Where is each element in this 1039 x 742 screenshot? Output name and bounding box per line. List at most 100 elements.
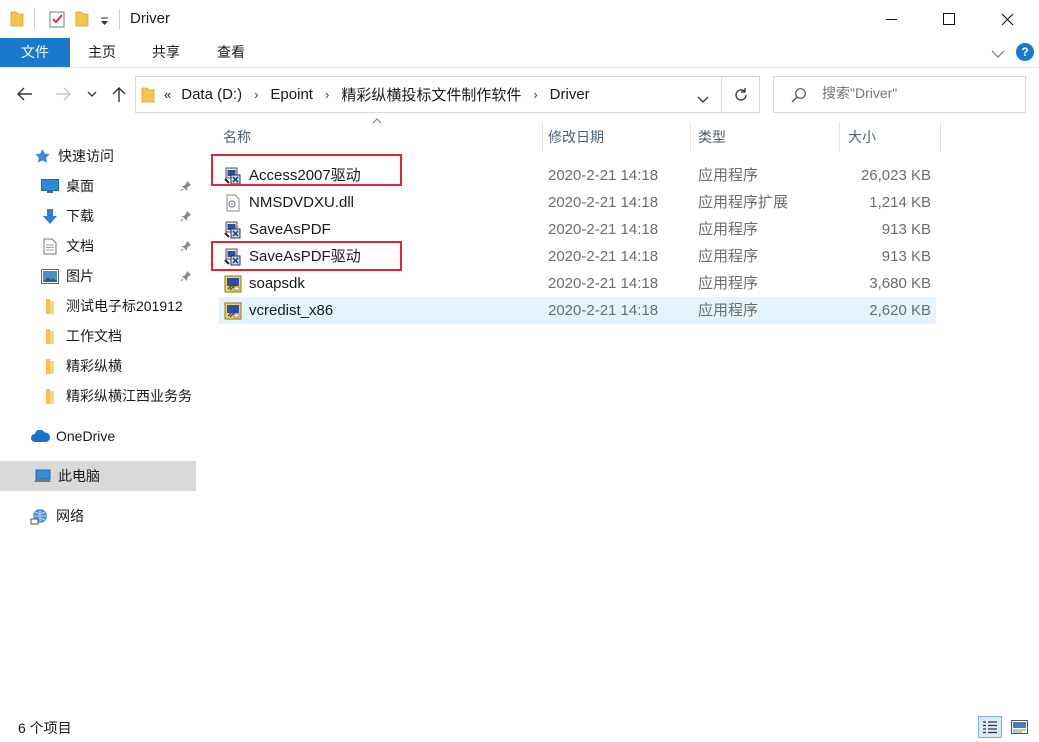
customize-toolbar-icon[interactable]	[100, 14, 109, 30]
nav-item-network[interactable]: 网络	[0, 501, 196, 531]
refresh-button[interactable]	[722, 76, 760, 113]
setup-icon	[224, 275, 242, 293]
file-name: NMSDVDXU.dll	[249, 194, 355, 211]
breadcrumb-overflow[interactable]: «	[164, 87, 171, 102]
pin-icon[interactable]	[180, 209, 192, 225]
pin-icon[interactable]	[180, 239, 192, 255]
file-name: soapsdk	[249, 275, 305, 292]
computer-icon	[32, 467, 52, 485]
file-date: 2020-2-21 14:18	[548, 194, 659, 211]
folder-icon	[40, 387, 60, 405]
search-input[interactable]	[822, 85, 1012, 101]
nav-item-work-docs[interactable]: 工作文档	[0, 321, 196, 351]
large-icons-view-button[interactable]	[1007, 716, 1031, 738]
nav-item-documents[interactable]: 文档	[0, 231, 196, 261]
file-date: 2020-2-21 14:18	[548, 167, 659, 184]
breadcrumb-data-drive[interactable]: Data (D:)	[181, 86, 242, 103]
breadcrumb-separator[interactable]: ›	[325, 87, 329, 102]
tab-view[interactable]: 查看	[200, 38, 262, 67]
column-header-name[interactable]: 名称	[219, 122, 542, 152]
nav-item-pictures[interactable]: 图片	[0, 261, 196, 291]
breadcrumb-separator[interactable]: ›	[533, 87, 537, 102]
file-size: 913 KB	[881, 221, 931, 238]
pin-icon[interactable]	[180, 269, 192, 285]
back-button[interactable]	[13, 82, 37, 106]
tab-home[interactable]: 主页	[71, 38, 133, 67]
file-row[interactable]: SaveAsPDF 2020-2-21 14:18 应用程序 913 KB	[219, 216, 936, 243]
file-size: 913 KB	[881, 248, 931, 265]
nav-item-test-folder[interactable]: 测试电子标201912	[0, 291, 196, 321]
help-icon[interactable]: ?	[1016, 43, 1034, 61]
details-view-button[interactable]	[978, 716, 1002, 738]
properties-icon[interactable]	[49, 10, 66, 31]
file-size: 1,214 KB	[869, 194, 931, 211]
file-row[interactable]: SaveAsPDF驱动 2020-2-21 14:18 应用程序 913 KB	[219, 243, 936, 270]
details-view-icon	[983, 721, 997, 734]
nav-item-jingcai[interactable]: 精彩纵横	[0, 351, 196, 381]
column-divider[interactable]	[839, 122, 840, 152]
forward-button[interactable]	[51, 82, 75, 106]
network-icon	[30, 507, 50, 525]
file-name: SaveAsPDF	[249, 221, 331, 238]
file-row[interactable]: Access2007驱动 2020-2-21 14:18 应用程序 26,023…	[219, 162, 936, 189]
new-folder-icon[interactable]	[75, 10, 89, 30]
tab-share[interactable]: 共享	[135, 38, 197, 67]
breadcrumb-driver[interactable]: Driver	[550, 86, 590, 103]
search-box[interactable]	[773, 76, 1026, 113]
file-row[interactable]: soapsdk 2020-2-21 14:18 应用程序 3,680 KB	[219, 270, 936, 297]
file-row[interactable]: vcredist_x86 2020-2-21 14:18 应用程序 2,620 …	[219, 297, 936, 324]
breadcrumb-software-folder[interactable]: 精彩纵横投标文件制作软件	[341, 84, 521, 105]
close-button[interactable]	[984, 0, 1030, 38]
folder-icon	[40, 327, 60, 345]
column-header-type[interactable]: 类型	[694, 122, 839, 152]
divider	[119, 9, 120, 29]
divider	[34, 9, 35, 29]
folder-icon	[141, 86, 155, 106]
breadcrumb: « Data (D:) › Epoint › 精彩纵横投标文件制作软件 › Dr…	[164, 77, 590, 112]
up-button[interactable]	[107, 82, 131, 106]
folder-icon	[40, 357, 60, 375]
search-icon	[791, 87, 807, 106]
column-header-date[interactable]: 修改日期	[544, 122, 690, 152]
installer-icon	[224, 221, 242, 239]
maximize-button[interactable]	[926, 0, 972, 38]
minimize-button[interactable]	[869, 0, 915, 38]
file-size: 3,680 KB	[869, 275, 931, 292]
status-bar: 6 个项目	[0, 712, 1039, 742]
document-icon	[40, 237, 60, 255]
window-title: Driver	[130, 10, 170, 27]
navigation-bar: « Data (D:) › Epoint › 精彩纵横投标文件制作软件 › Dr…	[0, 68, 1039, 122]
recent-locations-button[interactable]	[82, 82, 102, 106]
nav-item-downloads[interactable]: 下载	[0, 201, 196, 231]
folder-icon	[10, 10, 24, 30]
file-date: 2020-2-21 14:18	[548, 302, 659, 319]
tab-file[interactable]: 文件	[0, 38, 70, 67]
breadcrumb-epoint[interactable]: Epoint	[270, 86, 313, 103]
file-type: 应用程序	[698, 167, 759, 184]
file-name: vcredist_x86	[249, 302, 334, 319]
desktop-icon	[40, 177, 60, 195]
breadcrumb-separator[interactable]: ›	[254, 87, 258, 102]
dll-icon	[224, 194, 242, 212]
file-size: 26,023 KB	[860, 167, 931, 184]
pin-icon[interactable]	[180, 179, 192, 195]
column-divider[interactable]	[542, 122, 543, 152]
address-bar[interactable]: « Data (D:) › Epoint › 精彩纵横投标文件制作软件 › Dr…	[135, 76, 722, 113]
file-name: SaveAsPDF驱动	[249, 248, 361, 265]
column-divider[interactable]	[940, 122, 941, 152]
installer-icon	[224, 167, 242, 185]
column-divider[interactable]	[690, 122, 691, 152]
nav-item-desktop[interactable]: 桌面	[0, 171, 196, 201]
file-name: Access2007驱动	[249, 167, 361, 184]
nav-item-this-pc[interactable]: 此电脑	[0, 461, 196, 491]
address-history-chevron-icon[interactable]	[697, 91, 709, 107]
nav-item-quick-access[interactable]: 快速访问	[0, 141, 196, 171]
file-row[interactable]: NMSDVDXU.dll 2020-2-21 14:18 应用程序扩展 1,21…	[219, 189, 936, 216]
file-type: 应用程序	[698, 221, 759, 238]
nav-item-jingcai-jiangxi[interactable]: 精彩纵横江西业务务	[0, 381, 196, 411]
expand-ribbon-icon[interactable]	[991, 46, 1005, 62]
nav-item-onedrive[interactable]: OneDrive	[0, 421, 196, 451]
file-list-header: 名称 修改日期 类型 大小	[219, 118, 941, 152]
column-header-size[interactable]: 大小	[844, 122, 940, 152]
navigation-pane: 快速访问 桌面 下载 文档 图片 测试电子标201912 工作文档 精彩纵横 精…	[0, 122, 199, 712]
